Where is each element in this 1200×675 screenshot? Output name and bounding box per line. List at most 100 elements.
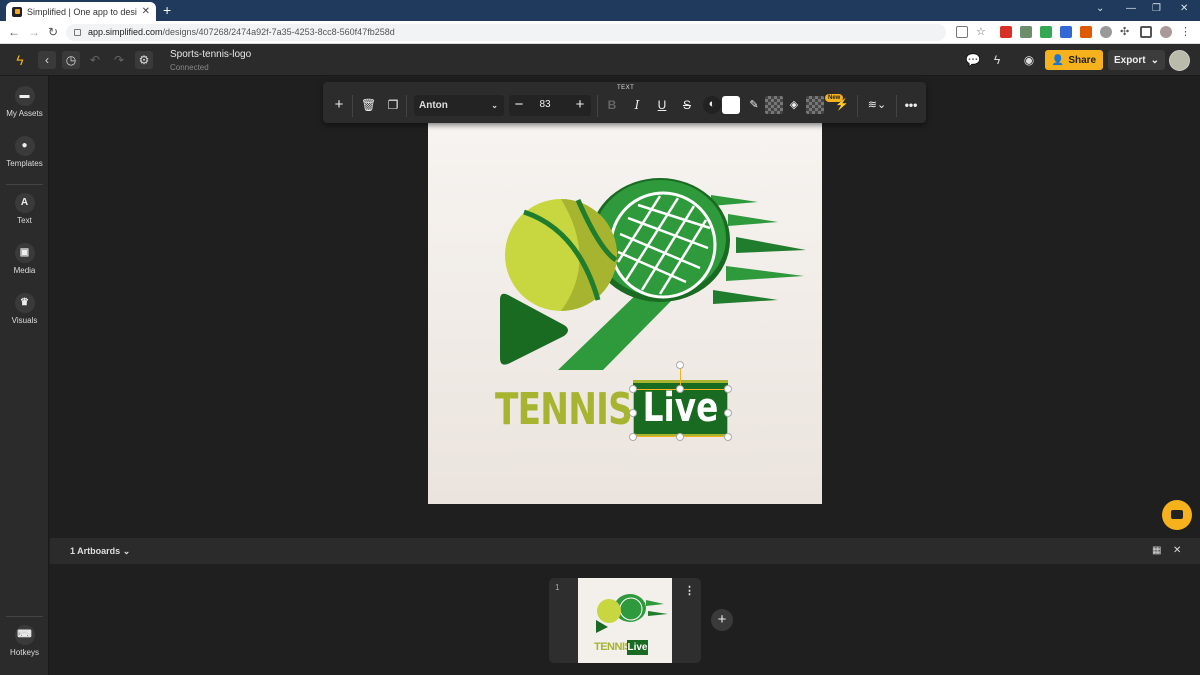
- chevron-down-icon: ⌄: [122, 546, 131, 556]
- browser-address-bar: ← → ↻ app.simplified.com/designs/407268/…: [0, 21, 1200, 44]
- artboards-dropdown[interactable]: 1 Artboards ⌄: [70, 546, 130, 557]
- extension-icon[interactable]: [1080, 26, 1092, 38]
- underline-button[interactable]: U: [656, 97, 668, 113]
- extension-icon[interactable]: [1060, 26, 1072, 38]
- history-icon[interactable]: ◷: [62, 51, 80, 69]
- thumbnail-word-live: Live: [627, 640, 648, 655]
- sidebar-item-label: Templates: [6, 159, 43, 168]
- grid-view-icon[interactable]: ▦: [1152, 545, 1161, 556]
- text-color-swatch[interactable]: [722, 96, 740, 114]
- duplicate-icon[interactable]: ❐: [386, 97, 400, 113]
- sidebar-item-visuals[interactable]: ♛ Visuals: [0, 293, 49, 325]
- document-title[interactable]: Sports-tennis-logo: [170, 49, 251, 60]
- artboard-menu-icon[interactable]: ⋮: [684, 584, 695, 597]
- font-size-value[interactable]: 83: [531, 99, 559, 110]
- italic-button[interactable]: I: [631, 97, 643, 113]
- url-field[interactable]: app.simplified.com/designs/407268/2474a9…: [66, 24, 946, 41]
- robot-icon: [1171, 510, 1183, 519]
- extension-icon[interactable]: [1100, 26, 1112, 38]
- simplified-logo-icon[interactable]: ϟ: [11, 51, 29, 69]
- add-icon[interactable]: +: [332, 97, 346, 113]
- back-chevron-icon[interactable]: ‹: [38, 51, 56, 69]
- tab-search-icon[interactable]: ⌄: [1096, 3, 1104, 14]
- crown-icon: ♛: [14, 293, 35, 313]
- settings-gear-icon[interactable]: ⚙: [135, 51, 153, 69]
- font-family-select[interactable]: Anton ⌄: [414, 95, 504, 116]
- forward-icon[interactable]: →: [28, 25, 40, 39]
- back-icon[interactable]: ←: [8, 25, 20, 39]
- background-color-swatch[interactable]: [806, 96, 824, 114]
- resize-handle-r[interactable]: [724, 409, 732, 417]
- fill-bucket-icon[interactable]: ◈: [787, 97, 801, 113]
- sidebar-icon[interactable]: [1140, 26, 1152, 38]
- strikethrough-button[interactable]: S: [681, 97, 693, 113]
- bold-button[interactable]: B: [606, 97, 618, 113]
- new-tab-icon[interactable]: +: [163, 2, 171, 18]
- comments-icon[interactable]: 💬: [964, 51, 982, 69]
- logo-word-tennis[interactable]: TENNIS: [495, 384, 633, 436]
- toolbar-section-label: TEXT: [617, 85, 635, 91]
- avatar[interactable]: [1169, 50, 1190, 71]
- resize-handle-br[interactable]: [724, 433, 732, 441]
- highlight-color-swatch[interactable]: [765, 96, 783, 114]
- resize-handle-t[interactable]: [676, 385, 684, 393]
- redo-icon[interactable]: ↷: [110, 51, 128, 69]
- drop-icon: ●: [14, 136, 35, 156]
- sidebar-item-label: Visuals: [11, 316, 38, 325]
- extension-icon[interactable]: [1020, 26, 1032, 38]
- divider: [896, 95, 897, 117]
- rotate-handle[interactable]: [676, 361, 684, 369]
- close-panel-icon[interactable]: ✕: [1173, 545, 1181, 556]
- close-tab-icon[interactable]: ✕: [142, 6, 150, 17]
- highlight-pen-icon[interactable]: ✎: [747, 97, 761, 113]
- palette-icon[interactable]: ◐: [703, 96, 721, 114]
- sidebar-item-label: Hotkeys: [10, 648, 39, 657]
- browser-tab[interactable]: Simplified | One app to design, c ✕: [6, 2, 156, 21]
- reload-icon[interactable]: ↻: [48, 25, 58, 39]
- puzzle-extensions-icon[interactable]: ✣: [1120, 26, 1132, 38]
- restore-icon[interactable]: ❐: [1152, 3, 1161, 14]
- left-sidebar: ▬ My Assets ● Templates A Text ▣ Media ♛…: [0, 76, 49, 675]
- share-page-icon[interactable]: [956, 26, 968, 38]
- undo-icon[interactable]: ↶: [86, 51, 104, 69]
- sidebar-item-label: My Assets: [6, 109, 43, 118]
- minimize-icon[interactable]: —: [1126, 3, 1136, 14]
- chevron-down-icon: ⌄: [491, 101, 498, 110]
- resize-handle-bl[interactable]: [629, 433, 637, 441]
- resize-handle-tr[interactable]: [724, 385, 732, 393]
- profile-avatar[interactable]: [1160, 26, 1172, 38]
- sidebar-item-label: Text: [17, 216, 32, 225]
- extension-icon[interactable]: [1040, 26, 1052, 38]
- close-window-icon[interactable]: ✕: [1180, 3, 1188, 14]
- keyboard-icon: ⌨: [14, 625, 35, 645]
- sidebar-item-media[interactable]: ▣ Media: [0, 243, 49, 275]
- sidebar-item-my-assets[interactable]: ▬ My Assets: [0, 86, 49, 118]
- bookmark-star-icon[interactable]: ☆: [976, 26, 988, 38]
- export-button[interactable]: Export ⌄: [1108, 50, 1165, 70]
- resize-handle-tl[interactable]: [629, 385, 637, 393]
- resize-handle-b[interactable]: [676, 433, 684, 441]
- share-button[interactable]: 👤 Share: [1045, 50, 1103, 70]
- tab-title: Simplified | One app to design, c: [27, 6, 137, 17]
- app-header: ϟ ‹ ◷ ↶ ↷ ⚙ Sports-tennis-logo Connected…: [0, 44, 1200, 76]
- browser-menu-icon[interactable]: ⋮: [1180, 26, 1192, 38]
- assistant-bot-button[interactable]: [1162, 500, 1192, 530]
- lightning-icon[interactable]: ϟ: [988, 51, 1006, 69]
- resize-handle-l[interactable]: [629, 409, 637, 417]
- layers-icon[interactable]: ≋⌄: [864, 97, 890, 113]
- artboards-count: 1 Artboards: [70, 546, 121, 556]
- sidebar-item-templates[interactable]: ● Templates: [0, 136, 49, 168]
- preview-eye-icon[interactable]: ◉: [1020, 51, 1038, 69]
- sidebar-item-text[interactable]: A Text: [0, 193, 49, 225]
- trash-icon[interactable]: 🗑: [361, 97, 376, 113]
- add-artboard-button[interactable]: +: [711, 609, 733, 631]
- increase-size-button[interactable]: +: [573, 97, 587, 113]
- sidebar-item-hotkeys[interactable]: ⌨ Hotkeys: [0, 625, 49, 657]
- tennis-logo-graphic[interactable]: [428, 110, 822, 504]
- decrease-size-button[interactable]: −: [512, 97, 526, 113]
- folder-icon: ▬: [14, 86, 35, 106]
- chevron-down-icon: ⌄: [1150, 54, 1160, 66]
- gmail-extension-icon[interactable]: [1000, 26, 1012, 38]
- new-badge: New: [825, 94, 844, 102]
- more-options-icon[interactable]: •••: [903, 97, 919, 113]
